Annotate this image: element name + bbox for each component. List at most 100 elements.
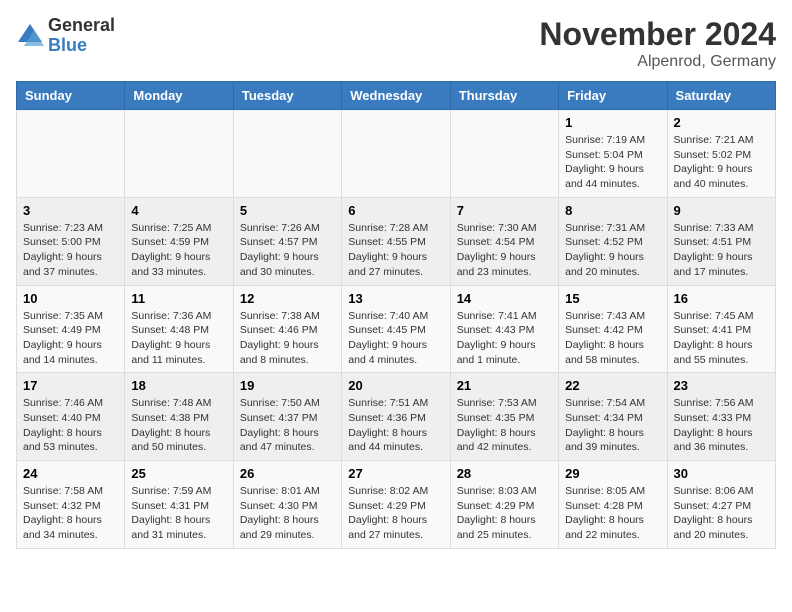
day-number: 13 [348,291,443,306]
day-number: 23 [674,378,769,393]
day-number: 9 [674,203,769,218]
day-info: Sunrise: 7:19 AM Sunset: 5:04 PM Dayligh… [565,133,660,192]
calendar-cell: 30 Sunrise: 8:06 AM Sunset: 4:27 PM Dayli… [667,461,775,549]
calendar-cell: 1Sunrise: 7:19 AM Sunset: 5:04 PM Daylig… [559,110,667,198]
day-number: 20 [348,378,443,393]
day-info: Sunrise: 8:02 AM Sunset: 4:29 PM Dayligh… [348,484,443,543]
calendar-cell: 29Sunrise: 8:05 AM Sunset: 4:28 PM Dayli… [559,461,667,549]
calendar-cell: 18 Sunrise: 7:48 AM Sunset: 4:38 PM Dayli… [125,373,233,461]
calendar-week-row: 24Sunrise: 7:58 AM Sunset: 4:32 PM Dayli… [17,461,776,549]
title-area: November 2024 Alpenrod, Germany [539,16,776,71]
day-info: Sunrise: 7:33 AM Sunset: 4:51 PM Dayligh… [674,221,769,280]
calendar-cell: 12Sunrise: 7:38 AM Sunset: 4:46 PM Dayli… [233,285,341,373]
day-info: Sunrise: 7:59 AM Sunset: 4:31 PM Dayligh… [131,484,226,543]
day-info: Sunrise: 7:50 AM Sunset: 4:37 PM Dayligh… [240,396,335,455]
calendar-cell: 7 Sunrise: 7:30 AM Sunset: 4:54 PM Daylig… [450,197,558,285]
calendar-cell: 14 Sunrise: 7:41 AM Sunset: 4:43 PM Dayli… [450,285,558,373]
day-number: 6 [348,203,443,218]
calendar-cell: 20 Sunrise: 7:51 AM Sunset: 4:36 PM Dayli… [342,373,450,461]
calendar-cell: 26Sunrise: 8:01 AM Sunset: 4:30 PM Dayli… [233,461,341,549]
calendar-cell: 3 Sunrise: 7:23 AM Sunset: 5:00 PM Daylig… [17,197,125,285]
calendar-cell: 19 Sunrise: 7:50 AM Sunset: 4:37 PM Dayli… [233,373,341,461]
day-info: Sunrise: 7:30 AM Sunset: 4:54 PM Dayligh… [457,221,552,280]
calendar-cell: 4Sunrise: 7:25 AM Sunset: 4:59 PM Daylig… [125,197,233,285]
day-number: 16 [674,291,769,306]
calendar-table: SundayMondayTuesdayWednesdayThursdayFrid… [16,81,776,549]
calendar-cell [233,110,341,198]
day-number: 14 [457,291,552,306]
calendar-cell: 5Sunrise: 7:26 AM Sunset: 4:57 PM Daylig… [233,197,341,285]
calendar-cell: 13 Sunrise: 7:40 AM Sunset: 4:45 PM Dayli… [342,285,450,373]
calendar-cell: 6 Sunrise: 7:28 AM Sunset: 4:55 PM Daylig… [342,197,450,285]
day-of-week-header: Friday [559,82,667,110]
calendar-cell: 27 Sunrise: 8:02 AM Sunset: 4:29 PM Dayli… [342,461,450,549]
days-of-week-row: SundayMondayTuesdayWednesdayThursdayFrid… [17,82,776,110]
calendar-cell [17,110,125,198]
location-title: Alpenrod, Germany [539,53,776,71]
day-info: Sunrise: 7:45 AM Sunset: 4:41 PM Dayligh… [674,309,769,368]
calendar-week-row: 1Sunrise: 7:19 AM Sunset: 5:04 PM Daylig… [17,110,776,198]
day-of-week-header: Wednesday [342,82,450,110]
calendar-cell: 2 Sunrise: 7:21 AM Sunset: 5:02 PM Daylig… [667,110,775,198]
day-info: Sunrise: 7:46 AM Sunset: 4:40 PM Dayligh… [23,396,118,455]
day-of-week-header: Saturday [667,82,775,110]
day-number: 24 [23,466,118,481]
calendar-cell: 15 Sunrise: 7:43 AM Sunset: 4:42 PM Dayli… [559,285,667,373]
calendar-cell: 8Sunrise: 7:31 AM Sunset: 4:52 PM Daylig… [559,197,667,285]
calendar-cell: 10 Sunrise: 7:35 AM Sunset: 4:49 PM Dayli… [17,285,125,373]
logo-icon [16,22,44,50]
day-number: 3 [23,203,118,218]
day-number: 21 [457,378,552,393]
day-info: Sunrise: 7:51 AM Sunset: 4:36 PM Dayligh… [348,396,443,455]
calendar-cell [125,110,233,198]
calendar-week-row: 17 Sunrise: 7:46 AM Sunset: 4:40 PM Dayli… [17,373,776,461]
day-info: Sunrise: 7:36 AM Sunset: 4:48 PM Dayligh… [131,309,226,368]
day-number: 17 [23,378,118,393]
day-info: Sunrise: 7:40 AM Sunset: 4:45 PM Dayligh… [348,309,443,368]
day-number: 15 [565,291,660,306]
day-number: 5 [240,203,335,218]
day-info: Sunrise: 7:53 AM Sunset: 4:35 PM Dayligh… [457,396,552,455]
day-number: 11 [131,291,226,306]
day-number: 27 [348,466,443,481]
calendar-cell: 16 Sunrise: 7:45 AM Sunset: 4:41 PM Dayli… [667,285,775,373]
header: General Blue November 2024 Alpenrod, Ger… [16,16,776,71]
calendar-cell: 24Sunrise: 7:58 AM Sunset: 4:32 PM Dayli… [17,461,125,549]
calendar-week-row: 3 Sunrise: 7:23 AM Sunset: 5:00 PM Daylig… [17,197,776,285]
day-info: Sunrise: 7:28 AM Sunset: 4:55 PM Dayligh… [348,221,443,280]
day-number: 19 [240,378,335,393]
day-number: 2 [674,115,769,130]
day-of-week-header: Tuesday [233,82,341,110]
day-number: 28 [457,466,552,481]
calendar-cell: 17 Sunrise: 7:46 AM Sunset: 4:40 PM Dayli… [17,373,125,461]
day-of-week-header: Thursday [450,82,558,110]
calendar-cell: 11 Sunrise: 7:36 AM Sunset: 4:48 PM Dayli… [125,285,233,373]
day-number: 25 [131,466,226,481]
calendar-cell: 21 Sunrise: 7:53 AM Sunset: 4:35 PM Dayli… [450,373,558,461]
day-info: Sunrise: 7:48 AM Sunset: 4:38 PM Dayligh… [131,396,226,455]
day-info: Sunrise: 7:35 AM Sunset: 4:49 PM Dayligh… [23,309,118,368]
logo-general: General Blue [48,16,115,56]
day-number: 7 [457,203,552,218]
day-info: Sunrise: 7:43 AM Sunset: 4:42 PM Dayligh… [565,309,660,368]
day-info: Sunrise: 7:21 AM Sunset: 5:02 PM Dayligh… [674,133,769,192]
calendar-cell: 22Sunrise: 7:54 AM Sunset: 4:34 PM Dayli… [559,373,667,461]
day-number: 10 [23,291,118,306]
calendar-cell: 25 Sunrise: 7:59 AM Sunset: 4:31 PM Dayli… [125,461,233,549]
day-info: Sunrise: 7:25 AM Sunset: 4:59 PM Dayligh… [131,221,226,280]
day-info: Sunrise: 8:05 AM Sunset: 4:28 PM Dayligh… [565,484,660,543]
day-info: Sunrise: 7:23 AM Sunset: 5:00 PM Dayligh… [23,221,118,280]
day-info: Sunrise: 8:03 AM Sunset: 4:29 PM Dayligh… [457,484,552,543]
calendar-cell [342,110,450,198]
day-info: Sunrise: 8:06 AM Sunset: 4:27 PM Dayligh… [674,484,769,543]
day-info: Sunrise: 7:56 AM Sunset: 4:33 PM Dayligh… [674,396,769,455]
day-number: 12 [240,291,335,306]
day-number: 18 [131,378,226,393]
day-info: Sunrise: 7:41 AM Sunset: 4:43 PM Dayligh… [457,309,552,368]
calendar-cell: 28 Sunrise: 8:03 AM Sunset: 4:29 PM Dayli… [450,461,558,549]
day-info: Sunrise: 7:31 AM Sunset: 4:52 PM Dayligh… [565,221,660,280]
calendar-body: 1Sunrise: 7:19 AM Sunset: 5:04 PM Daylig… [17,110,776,549]
day-number: 30 [674,466,769,481]
day-of-week-header: Monday [125,82,233,110]
day-number: 26 [240,466,335,481]
